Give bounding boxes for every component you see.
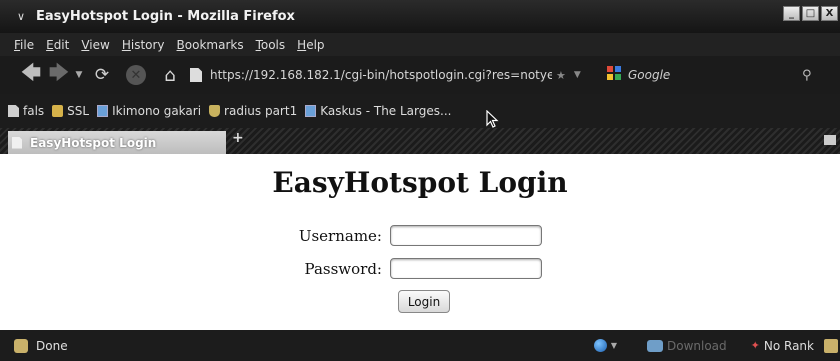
lock-icon: [52, 105, 64, 117]
search-engine-name[interactable]: Google: [628, 68, 794, 82]
chevron-down-icon: ▼: [75, 70, 83, 80]
menu-bar: File Edit View History Bookmarks Tools H…: [0, 33, 840, 56]
google-icon[interactable]: [604, 65, 624, 85]
mouse-cursor-icon: [486, 110, 499, 128]
forward-arrow-icon: 🡆: [48, 60, 70, 84]
bookmark-label: Ikimono gakari: [112, 104, 202, 118]
chevron-down-icon: ▼: [610, 341, 617, 350]
menu-history[interactable]: History: [122, 38, 165, 52]
new-tab-button[interactable]: +: [232, 130, 244, 146]
bookmark-label: Kaskus - The Larges...: [320, 104, 452, 118]
window-title: EasyHotspot Login - Mozilla Firefox: [36, 9, 295, 24]
search-bar[interactable]: Google ⚲: [604, 63, 812, 87]
bookmark-label: radius part1: [224, 104, 298, 118]
addon-icon[interactable]: [824, 338, 838, 353]
download-icon: [647, 339, 663, 352]
site-identity-icon[interactable]: [190, 68, 202, 82]
menu-tools[interactable]: Tools: [256, 38, 286, 52]
back-arrow-icon: 🡄: [20, 60, 42, 84]
window-controls: _ □ X: [783, 6, 838, 21]
globe-icon: [593, 339, 607, 352]
stop-button[interactable]: ✕: [118, 62, 154, 88]
bookmark-item[interactable]: fals: [8, 104, 44, 118]
url-dropdown-icon[interactable]: ▼: [574, 70, 581, 80]
rank-label: No Rank: [763, 338, 814, 353]
bookmark-item[interactable]: SSL: [52, 104, 89, 118]
page-content: EasyHotspot Login Username: Password: Lo…: [0, 154, 840, 330]
blue-page-icon: [97, 105, 109, 117]
status-text: Done: [36, 338, 68, 353]
rank-icon: ✦: [750, 339, 760, 352]
globe-addon[interactable]: ▼: [593, 339, 617, 352]
menu-edit[interactable]: Edit: [46, 38, 69, 52]
forward-button[interactable]: 🡆: [46, 60, 72, 88]
bookmark-star-icon[interactable]: ★: [556, 69, 566, 82]
home-button[interactable]: ⌂: [154, 62, 186, 88]
url-text[interactable]: https://192.168.182.1/cgi-bin/hotspotlog…: [210, 68, 552, 82]
stop-icon: ✕: [126, 65, 146, 85]
bookmark-item[interactable]: Kaskus - The Larges...: [305, 104, 451, 118]
password-label: Password:: [304, 259, 382, 278]
status-addons: ▼ Download ✦ No Rank: [593, 330, 840, 361]
bookmark-label: fals: [23, 104, 45, 118]
username-row: Username:: [0, 225, 840, 246]
login-button[interactable]: Login: [398, 290, 450, 313]
close-button[interactable]: X: [821, 6, 838, 21]
download-label: Download: [667, 338, 727, 353]
bookmarks-toolbar: fals SSL Ikimono gakari radius part1 Kas…: [0, 94, 840, 128]
title-bar: ∨ EasyHotspot Login - Mozilla Firefox _ …: [0, 0, 840, 33]
search-icon[interactable]: ⚲: [802, 68, 812, 83]
rank-addon[interactable]: ✦ No Rank: [751, 339, 814, 353]
page-title: EasyHotspot Login: [272, 166, 568, 199]
url-bar[interactable]: https://192.168.182.1/cgi-bin/hotspotlog…: [190, 63, 588, 87]
trophy-icon: [209, 105, 221, 117]
download-addon[interactable]: Download: [647, 339, 727, 353]
home-icon: ⌂: [164, 64, 176, 86]
status-bar: Done ▼ Download ✦ No Rank: [0, 330, 840, 361]
page-icon: [8, 105, 19, 117]
reload-icon: ⟳: [94, 65, 110, 85]
tab-easyhotspot-login[interactable]: EasyHotspot Login: [8, 131, 226, 154]
username-label: Username:: [298, 226, 382, 245]
page-icon: [12, 136, 22, 149]
navigation-toolbar: 🡄 🡆 ▼ ⟳ ✕ ⌂ https://192.168.182.1/cgi-bi…: [0, 56, 840, 94]
password-row: Password:: [0, 258, 840, 279]
back-button[interactable]: 🡄: [16, 60, 46, 88]
window-menu-icon[interactable]: ∨: [10, 10, 32, 23]
bookmark-label: SSL: [67, 104, 90, 118]
tab-strip: EasyHotspot Login +: [0, 128, 840, 154]
maximize-button[interactable]: □: [802, 6, 819, 21]
bookmark-item[interactable]: radius part1: [209, 104, 297, 118]
password-field[interactable]: [390, 258, 542, 279]
history-dropdown-button[interactable]: ▼: [72, 62, 86, 88]
tab-list-icon[interactable]: [824, 135, 836, 145]
menu-bookmarks[interactable]: Bookmarks: [177, 38, 244, 52]
username-field[interactable]: [390, 225, 542, 246]
menu-view[interactable]: View: [81, 38, 109, 52]
reload-button[interactable]: ⟳: [86, 62, 118, 88]
minimize-button[interactable]: _: [783, 6, 800, 21]
menu-help[interactable]: Help: [297, 38, 324, 52]
menu-file[interactable]: File: [14, 38, 34, 52]
tab-title: EasyHotspot Login: [30, 135, 157, 150]
bookmark-item[interactable]: Ikimono gakari: [97, 104, 201, 118]
blue-page-icon: [305, 105, 317, 117]
status-icon: [14, 338, 28, 353]
